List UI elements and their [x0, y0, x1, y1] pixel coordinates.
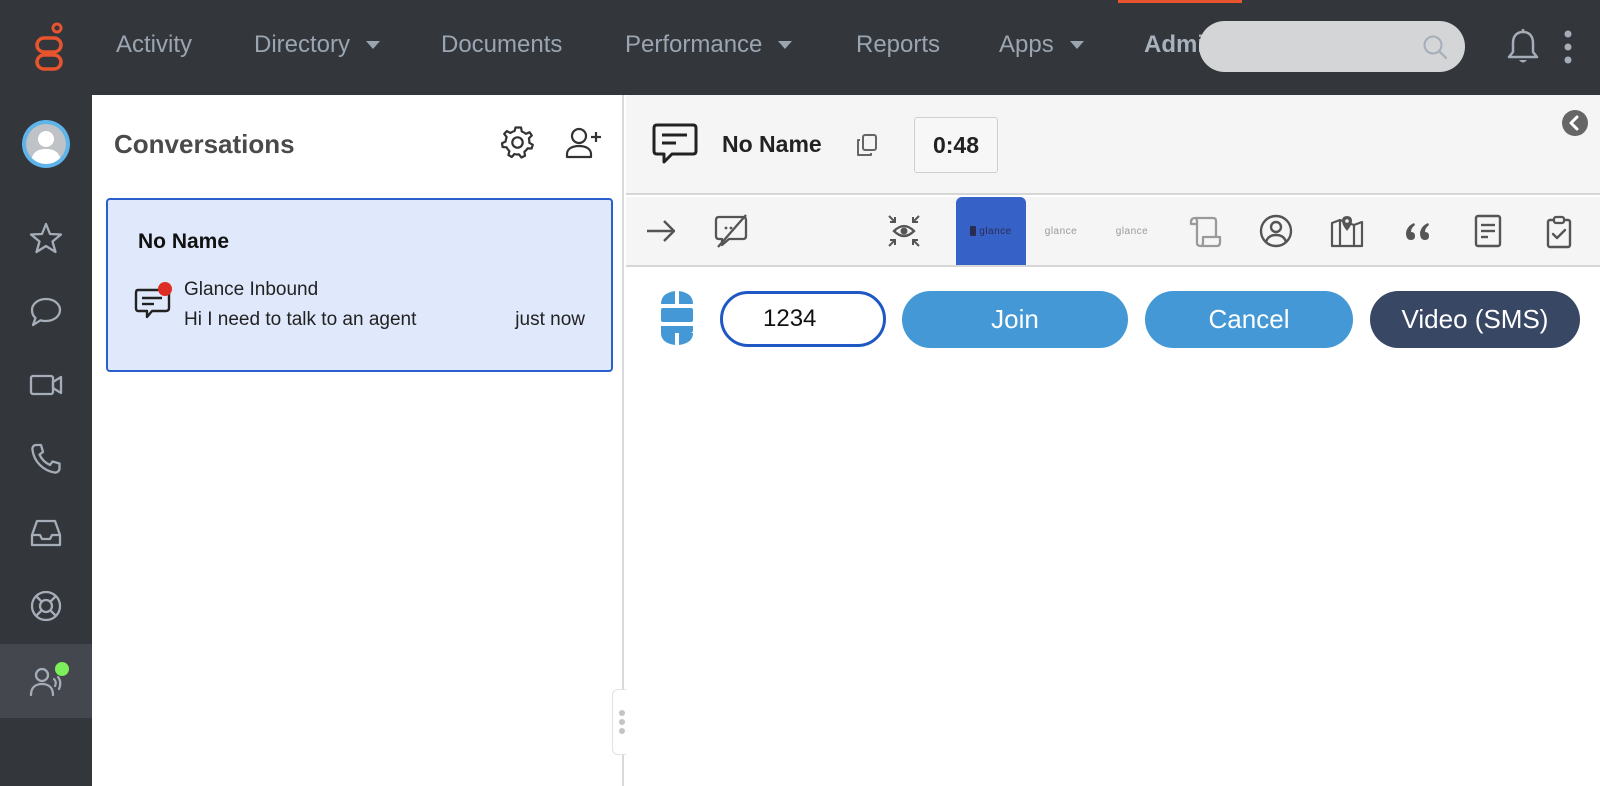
conversation-preview: Hi I need to talk to an agent [184, 309, 417, 330]
rail-inbox[interactable] [0, 498, 92, 568]
search-icon[interactable] [1421, 33, 1449, 61]
glance-logo-icon: glance [970, 226, 1011, 237]
conversation-time: just now [515, 309, 585, 330]
interaction-timer: 0:48 [914, 117, 998, 173]
avatar-image [26, 124, 66, 164]
interaction-panel: No Name 0:48 glance glance glance 1234 J… [626, 95, 1600, 786]
rail-video[interactable] [0, 350, 92, 420]
nav-label: Apps [999, 31, 1054, 58]
phone-icon [31, 443, 61, 474]
nav-reports[interactable]: Reports [856, 30, 940, 60]
star-icon [29, 222, 63, 254]
glance-brand-icon [661, 291, 693, 345]
arrow-right-icon [647, 220, 676, 242]
caret-down-icon [1069, 41, 1084, 49]
nav-label: Documents [441, 31, 563, 58]
cancel-button[interactable]: Cancel [1145, 291, 1353, 348]
glance-label: glance [1044, 225, 1078, 237]
glance-label: glance [1115, 225, 1149, 237]
rail-chat[interactable] [0, 277, 92, 347]
session-key-input[interactable] [720, 291, 886, 347]
nav-label: Performance [625, 31, 763, 58]
rail-support[interactable] [0, 571, 92, 641]
conversations-panel: Conversations No Name Glance Inbound Hi … [92, 95, 624, 786]
wrap-up-button[interactable] [1524, 197, 1594, 265]
interaction-title: No Name [722, 131, 822, 157]
nav-label: Reports [856, 31, 941, 58]
grip-dot [619, 710, 625, 716]
message-icon [134, 282, 174, 320]
eye-focus-icon [888, 215, 920, 247]
contact-button[interactable] [1241, 197, 1311, 265]
collapse-panel-button[interactable] [1562, 110, 1588, 136]
chat-off-icon [714, 214, 748, 248]
search-box[interactable] [1199, 21, 1465, 72]
video-sms-button[interactable]: Video (SMS) [1370, 291, 1580, 348]
grip-dot [619, 719, 625, 725]
glance-tab-1[interactable]: glance [1026, 197, 1096, 265]
chevron-left-icon [1569, 115, 1579, 131]
glance-tab-active[interactable]: glance [956, 197, 1026, 265]
notes-button[interactable] [1453, 197, 1523, 265]
lifebuoy-icon [30, 590, 62, 622]
nav-documents[interactable]: Documents [441, 30, 562, 60]
chat-bubble-icon [30, 297, 62, 327]
notifications-bell-icon[interactable] [1505, 28, 1541, 66]
rail-phone[interactable] [0, 424, 92, 494]
caret-down-icon [778, 41, 793, 49]
conversation-source: Glance Inbound [184, 279, 319, 300]
video-camera-icon [29, 374, 63, 396]
glance-tab-2[interactable]: glance [1097, 197, 1167, 265]
rail-agent-status[interactable] [0, 644, 92, 718]
user-avatar[interactable] [22, 120, 70, 168]
search-input[interactable] [1219, 31, 1409, 61]
person-silhouette-icon [31, 131, 61, 164]
copy-icon[interactable] [854, 132, 880, 158]
interaction-header: No Name 0:48 [626, 95, 1600, 195]
script-scroll-icon [1189, 216, 1222, 248]
journey-map-button[interactable] [1312, 197, 1382, 265]
transfer-button[interactable] [626, 197, 696, 265]
nav-directory[interactable]: Directory [254, 30, 381, 60]
rail-favorites[interactable] [0, 203, 92, 273]
active-indicator [1118, 0, 1242, 3]
map-pin-icon [1330, 216, 1364, 248]
caret-down-icon [366, 41, 381, 49]
document-notes-icon [1474, 214, 1502, 248]
inbox-tray-icon [30, 519, 62, 547]
left-rail [0, 95, 92, 786]
disable-chat-button[interactable] [696, 197, 766, 265]
nav-label: Activity [116, 31, 193, 58]
clipboard-check-icon [1546, 215, 1572, 249]
conversation-card[interactable]: No Name Glance Inbound Hi I need to talk… [106, 198, 613, 372]
nav-apps[interactable]: Apps [999, 30, 1084, 60]
nav-performance[interactable]: Performance [625, 30, 793, 60]
grip-dot [619, 728, 625, 734]
glance-label: glance [979, 225, 1012, 237]
script-button[interactable] [1170, 197, 1240, 265]
chat-interaction-icon [652, 123, 698, 164]
genesys-logo-icon[interactable] [34, 22, 66, 72]
focus-view-button[interactable] [869, 197, 939, 265]
quotes-button[interactable] [1383, 197, 1453, 265]
nav-activity[interactable]: Activity [116, 30, 192, 60]
nav-admin[interactable]: Admi [1144, 30, 1204, 60]
join-button[interactable]: Join [902, 291, 1128, 348]
glance-panel: Join Cancel Video (SMS) [626, 269, 1600, 786]
more-options-icon[interactable] [1562, 30, 1574, 64]
nav-label: Admi [1144, 31, 1204, 58]
add-participant-icon[interactable] [564, 125, 602, 161]
interaction-toolbar: glance glance glance [626, 197, 1600, 267]
status-indicator-available [55, 662, 69, 676]
unread-indicator [158, 282, 172, 296]
conversation-name: No Name [138, 230, 230, 253]
quote-icon [1406, 223, 1429, 240]
panel-title: Conversations [114, 129, 295, 159]
settings-gear-icon[interactable] [500, 125, 536, 161]
top-navigation: Activity Directory Documents Performance… [0, 0, 1600, 95]
user-circle-icon [1259, 214, 1293, 248]
nav-label: Directory [254, 31, 351, 58]
